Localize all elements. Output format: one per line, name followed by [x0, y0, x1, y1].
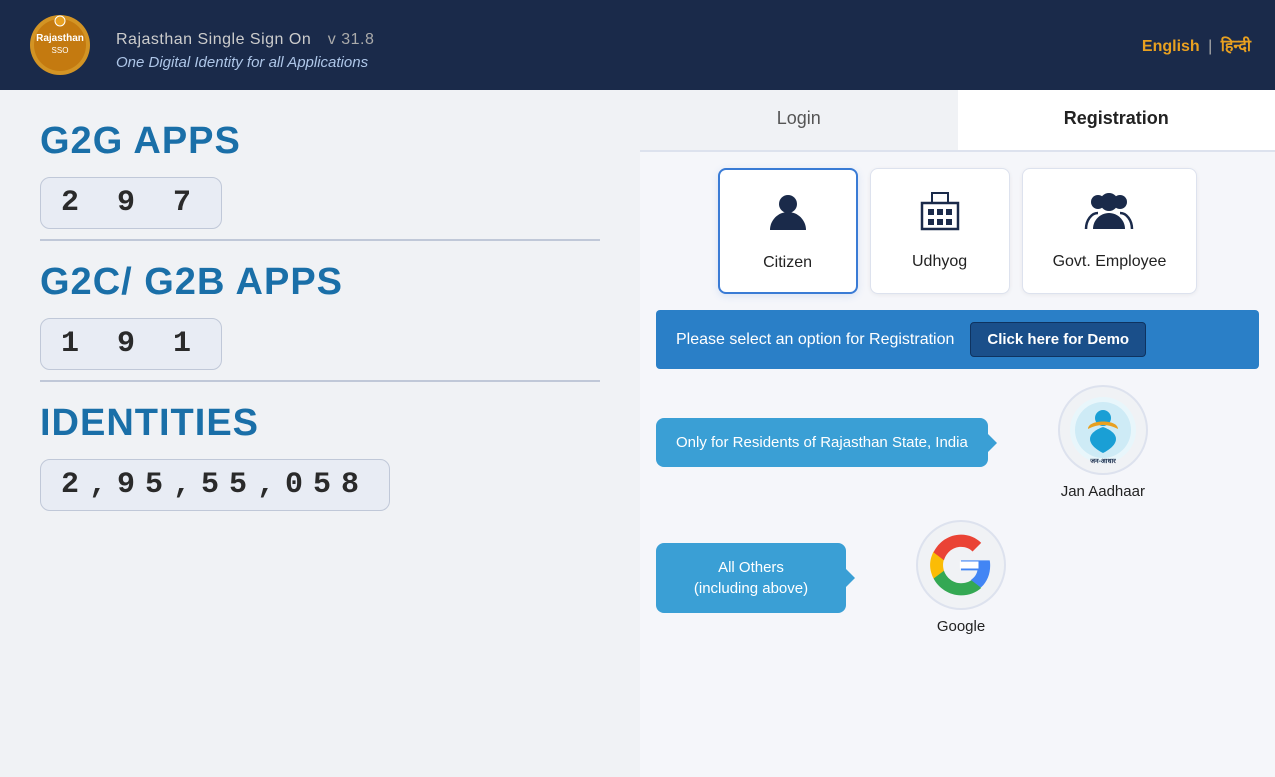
identities-section: IDENTITIES 2,95,55,058	[40, 380, 600, 511]
citizen-icon	[766, 190, 810, 244]
identities-title: IDENTITIES	[40, 402, 600, 445]
tab-registration[interactable]: Registration	[958, 90, 1275, 150]
google-option[interactable]: Google	[916, 520, 1006, 635]
govt-employee-icon	[1084, 189, 1134, 243]
jan-aadhaar-bubble: Only for Residents of Rajasthan State, I…	[656, 418, 988, 467]
login-option-citizen[interactable]: Citizen	[718, 168, 858, 294]
main-content: G2G APPS 2 9 7 G2C/ G2B APPS 1 9 1 IDENT…	[0, 90, 1275, 777]
google-label: Google	[937, 618, 985, 635]
lang-separator: |	[1208, 38, 1212, 55]
google-bubble: All Others (including above)	[656, 543, 846, 613]
g2g-title: G2G APPS	[40, 120, 600, 163]
login-option-udhyog[interactable]: Udhyog	[870, 168, 1010, 294]
lang-hindi-link[interactable]: हिन्दी	[1221, 38, 1251, 55]
svg-text:जन-आधार: जन-आधार	[1089, 458, 1116, 465]
reg-row-jan-aadhaar: Only for Residents of Rajasthan State, I…	[656, 385, 1259, 500]
login-options: Citizen Udhyog	[640, 152, 1275, 294]
g2c-section: G2C/ G2B APPS 1 9 1	[40, 239, 600, 370]
demo-button[interactable]: Click here for Demo	[970, 322, 1146, 357]
language-switcher: English | हिन्दी	[1142, 34, 1251, 56]
registration-bar: Please select an option for Registration…	[656, 310, 1259, 369]
left-panel: G2G APPS 2 9 7 G2C/ G2B APPS 1 9 1 IDENT…	[0, 90, 640, 777]
logo: Rajasthan SSO	[20, 10, 100, 80]
lang-english-link[interactable]: English	[1142, 38, 1200, 55]
g2c-title: G2C/ G2B APPS	[40, 261, 600, 304]
svg-text:SSO: SSO	[52, 46, 69, 55]
google-icon-circle	[916, 520, 1006, 610]
g2g-count: 2 9 7	[40, 177, 222, 229]
udhyog-icon	[918, 189, 962, 243]
header-text: Rajasthan Single Sign On v 31.8 One Digi…	[116, 19, 374, 71]
svg-text:Rajasthan: Rajasthan	[36, 33, 84, 44]
g2c-count: 1 9 1	[40, 318, 222, 370]
jan-aadhaar-icon-circle: जन-आधार	[1058, 385, 1148, 475]
registration-prompt: Please select an option for Registration	[676, 331, 954, 349]
login-option-govt[interactable]: Govt. Employee	[1022, 168, 1198, 294]
tabs-bar: Login Registration	[640, 90, 1275, 152]
jan-aadhaar-option[interactable]: जन-आधार Jan Aadhaar	[1058, 385, 1148, 500]
registration-options: Only for Residents of Rajasthan State, I…	[640, 369, 1275, 651]
site-subtitle: One Digital Identity for all Application…	[116, 54, 374, 71]
citizen-label: Citizen	[763, 254, 812, 272]
reg-row-google: All Others (including above) Google	[656, 520, 1259, 635]
identities-count: 2,95,55,058	[40, 459, 390, 511]
g2g-section: G2G APPS 2 9 7	[40, 120, 600, 229]
site-title: Rajasthan Single Sign On v 31.8	[116, 19, 374, 51]
header: Rajasthan SSO Rajasthan Single Sign On v…	[0, 0, 1275, 90]
right-panel: Login Registration Citizen	[640, 90, 1275, 777]
udhyog-label: Udhyog	[912, 253, 967, 271]
jan-aadhaar-label: Jan Aadhaar	[1061, 483, 1145, 500]
govt-employee-label: Govt. Employee	[1053, 253, 1167, 271]
tab-login[interactable]: Login	[640, 90, 958, 150]
